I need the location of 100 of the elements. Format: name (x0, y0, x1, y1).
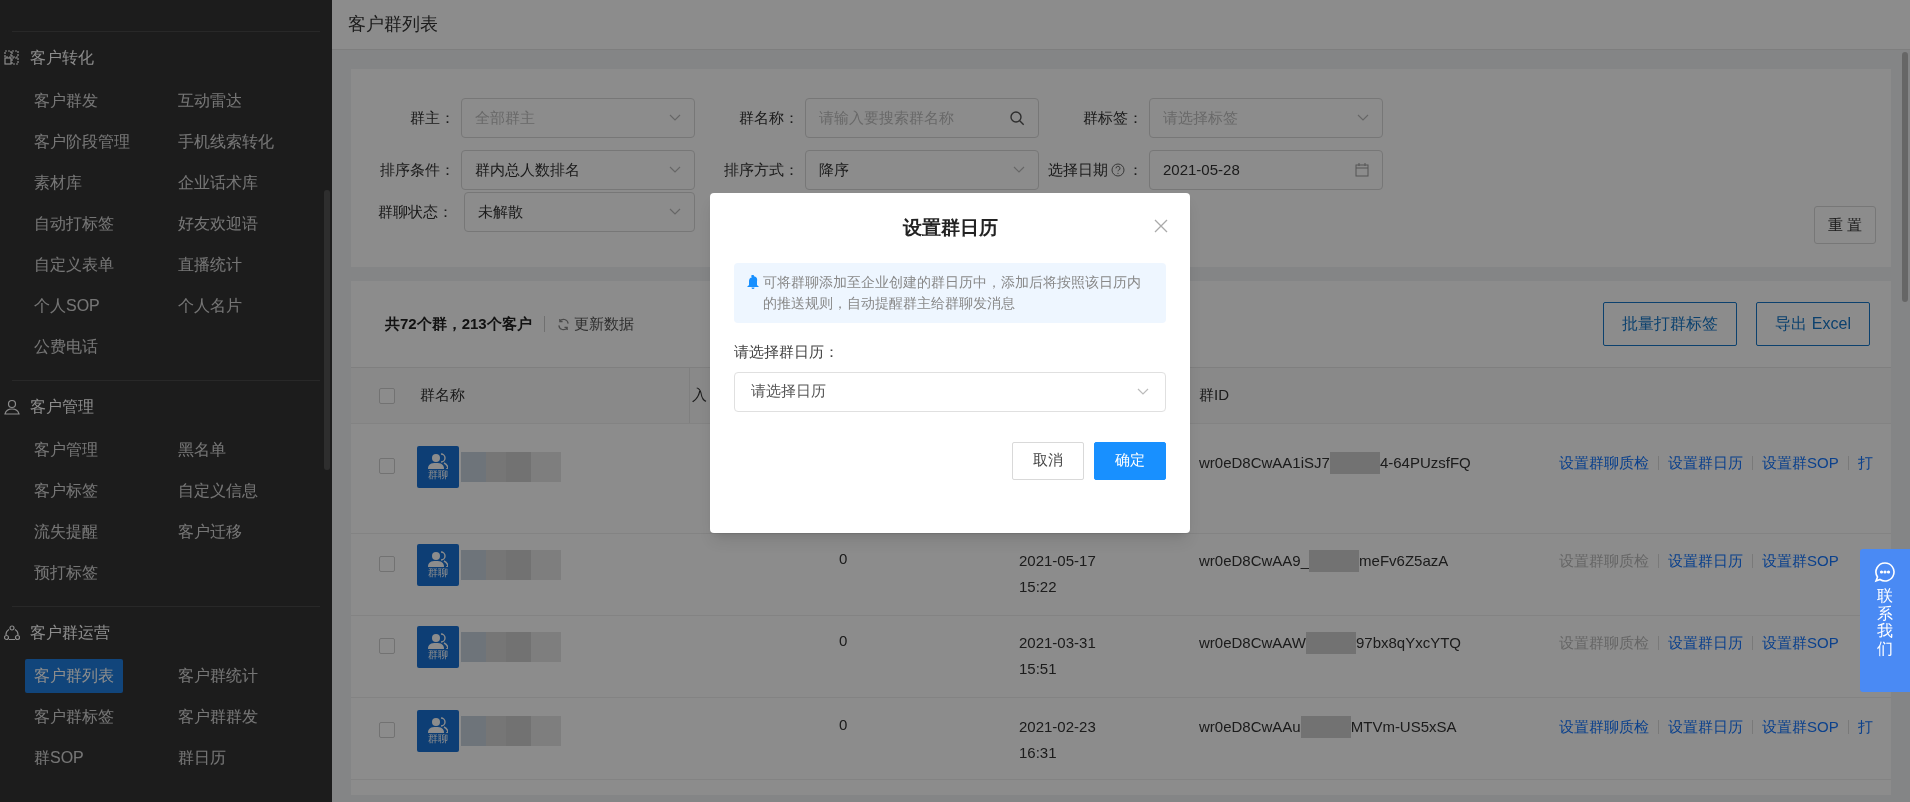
field-label: 选择日期 (1048, 159, 1108, 180)
action-link[interactable]: 设置群聊质检 (1559, 450, 1649, 476)
page-title: 客户群列表 (348, 13, 438, 36)
date-field[interactable]: 2021-05-28 (1149, 150, 1383, 190)
select-field[interactable]: 群内总人数排名 (461, 150, 695, 190)
select-field[interactable]: 降序 (805, 150, 1039, 190)
refresh-icon (556, 317, 570, 331)
sidebar-item[interactable]: 公费电话 (25, 330, 107, 364)
people-icon (428, 551, 448, 567)
sidebar-item[interactable]: 素材库 (25, 166, 91, 200)
checkbox[interactable] (379, 556, 395, 572)
calendar-select[interactable]: 请选择日历 (734, 371, 1166, 412)
date-cell-text: 2021-05-17 (1019, 551, 1097, 571)
notice-text: 可将群聊添加至企业创建的群日历中，添加后将按照该日历内的推送规则，自动提醒群主给群聊发消息 (763, 274, 1142, 313)
sidebar-item[interactable]: 客户群发 (25, 84, 107, 118)
sidebar-item[interactable]: 自定义信息 (169, 474, 267, 508)
group-id-text: meFv6Z5azA (1359, 551, 1449, 571)
field-colon: ： (1128, 159, 1143, 180)
chevron-down-icon (669, 166, 681, 174)
checkbox[interactable] (379, 458, 395, 474)
action-link[interactable]: 设置群聊质检 (1559, 714, 1649, 740)
contact-widget[interactable]: 联系我们 (1860, 549, 1910, 692)
group-id-text: wr0eD8CwAAW (1199, 633, 1306, 653)
field-label: 请选择群日历： (734, 342, 840, 362)
checkbox[interactable] (379, 722, 395, 738)
blurred-region (1329, 452, 1380, 474)
people-icon (428, 717, 448, 733)
group-id-text: wr0eD8CwAA1iSJ7 (1199, 453, 1330, 473)
sidebar-item[interactable]: 客户阶段管理 (25, 125, 139, 159)
close-icon (1154, 219, 1168, 233)
refresh-button[interactable]: 更新数据 (556, 312, 634, 336)
sidebar-item[interactable]: 自定义表单 (25, 248, 123, 282)
chat-bubble-icon (1874, 561, 1896, 583)
field-label: 群名称： (739, 107, 799, 128)
sidebar-item[interactable]: 直播统计 (169, 248, 251, 282)
sidebar-item[interactable]: 客户群群发 (169, 700, 267, 734)
checkbox[interactable] (379, 638, 395, 654)
sidebar-item[interactable]: 流失提醒 (25, 515, 107, 549)
toolbar-button[interactable]: 导出 Excel (1756, 302, 1870, 346)
help-icon (1111, 163, 1125, 177)
sidebar-item[interactable]: 客户标签 (25, 474, 107, 508)
sidebar-item[interactable]: 群SOP (25, 741, 93, 775)
sidebar-item[interactable]: 客户群列表 (25, 659, 123, 693)
action-link[interactable]: 设置群日历 (1668, 548, 1743, 574)
sidebar-item[interactable]: 黑名单 (169, 433, 235, 467)
checkbox[interactable] (379, 387, 395, 404)
chevron-down-icon (669, 208, 681, 216)
section-title: 客户转化 (30, 48, 94, 68)
action-link[interactable]: 打 (1857, 714, 1873, 740)
avatar-label: 群聊 (428, 649, 448, 661)
close-button[interactable] (1154, 219, 1168, 233)
field-label: 群聊状态： (378, 201, 454, 222)
sidebar-item[interactable]: 客户管理 (25, 433, 107, 467)
action-link[interactable]: 设置群SOP (1762, 630, 1839, 656)
sidebar-item[interactable]: 群日历 (169, 741, 235, 775)
count-cell: 0 (839, 716, 848, 733)
action-link[interactable]: 设置群日历 (1668, 714, 1743, 740)
action-link[interactable]: 设置群SOP (1762, 714, 1839, 740)
blurred-region (1300, 716, 1351, 738)
reset-button[interactable]: 重 置 (1814, 206, 1876, 244)
action-link[interactable]: 设置群日历 (1668, 450, 1743, 476)
action-link[interactable]: 设置群日历 (1668, 630, 1743, 656)
group-id-text: MTVm-US5xSA (1350, 717, 1457, 737)
sidebar-item[interactable]: 自动打标签 (25, 207, 123, 241)
date-cell-text: 2021-03-31 (1019, 633, 1097, 653)
search-icon (1010, 110, 1025, 126)
field-label: 群主： (410, 107, 455, 128)
modal-title: 设置群日历 (902, 215, 998, 240)
cancel-button[interactable]: 取消 (1012, 441, 1084, 480)
sidebar-item[interactable]: 客户迁移 (169, 515, 251, 549)
field-label: 排序条件： (380, 159, 455, 180)
sidebar-item[interactable]: 客户群统计 (169, 659, 267, 693)
group-id-text: wr0eD8CwAAu (1199, 717, 1301, 737)
time-cell-text: 15:51 (1019, 659, 1058, 679)
column-header: 群名称 (419, 385, 466, 406)
chevron-down-icon (1137, 387, 1149, 396)
action-link[interactable]: 设置群SOP (1762, 450, 1839, 476)
confirm-button[interactable]: 确定 (1094, 441, 1166, 480)
date-cell-text: 2021-02-23 (1019, 717, 1097, 737)
avatar-label: 群聊 (428, 733, 448, 745)
sidebar-item[interactable]: 预打标签 (25, 556, 107, 590)
sidebar-item[interactable]: 手机线索转化 (169, 125, 283, 159)
people-icon (428, 453, 448, 469)
group-id-text: 97bx8qYxcYTQ (1355, 633, 1462, 653)
avatar-label: 群聊 (428, 567, 448, 579)
section-title: 客户管理 (30, 397, 94, 417)
sidebar-item[interactable]: 客户群标签 (25, 700, 123, 734)
action-link[interactable]: 设置群SOP (1762, 548, 1839, 574)
toolbar-button[interactable]: 批量打群标签 (1603, 302, 1738, 346)
grid-icon (4, 50, 20, 66)
action-link[interactable]: 打 (1857, 450, 1873, 476)
field-label: 群标签： (1083, 107, 1143, 128)
sidebar-item[interactable]: 企业话术库 (169, 166, 267, 200)
bell-icon (747, 275, 759, 289)
sidebar-item[interactable]: 个人SOP (25, 289, 109, 323)
sidebar-item[interactable]: 好友欢迎语 (169, 207, 267, 241)
sidebar-item[interactable]: 互动雷达 (169, 84, 251, 118)
calendar-icon (1355, 163, 1369, 177)
sidebar-item[interactable]: 个人名片 (169, 289, 251, 323)
select-field[interactable]: 未解散 (464, 192, 695, 232)
